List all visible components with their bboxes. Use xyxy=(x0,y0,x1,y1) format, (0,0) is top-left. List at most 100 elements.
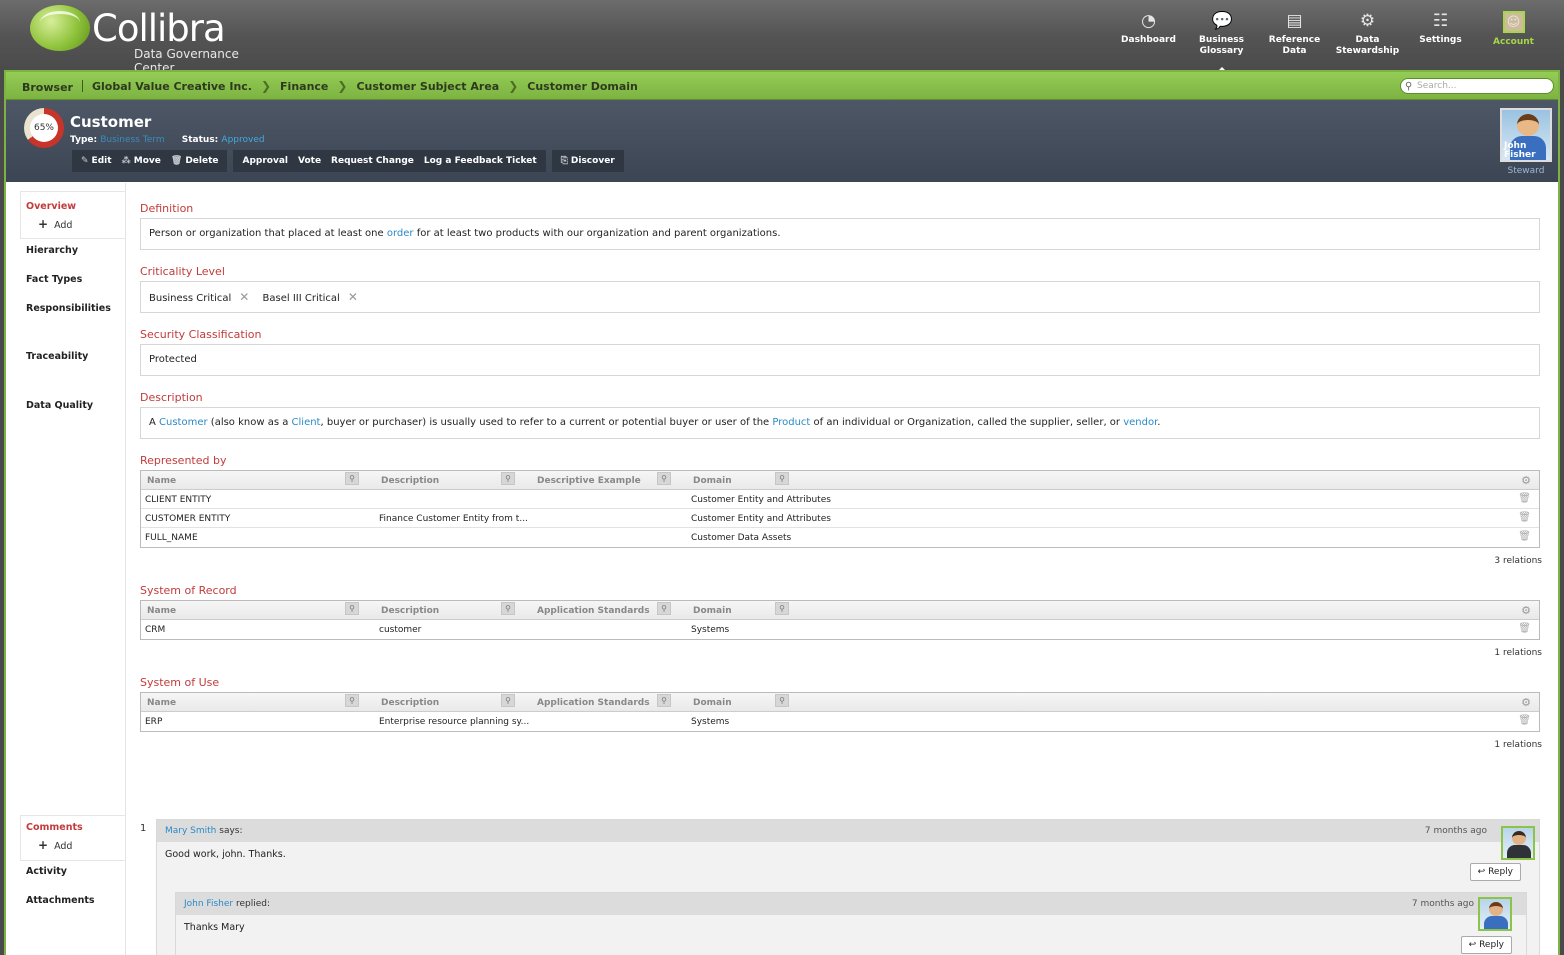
filter-icon[interactable]: ⚲ xyxy=(775,694,789,707)
trash-icon[interactable]: 🗑 xyxy=(1518,715,1531,726)
description-link-client[interactable]: Client xyxy=(292,417,321,428)
cell-domain[interactable]: Systems xyxy=(691,625,729,635)
filter-icon[interactable]: ⚲ xyxy=(657,602,671,615)
remove-tag-icon[interactable]: ✕ xyxy=(348,290,358,304)
cell-name[interactable]: CRM xyxy=(145,625,165,635)
column-header-name[interactable]: Name xyxy=(147,606,176,616)
column-header-description[interactable]: Description xyxy=(381,698,439,708)
reply-verb: replied: xyxy=(233,899,270,909)
trash-icon[interactable]: 🗑 xyxy=(1518,512,1531,523)
cell-name[interactable]: CLIENT ENTITY xyxy=(145,495,211,505)
nav-reference-data[interactable]: ▤ Reference Data xyxy=(1258,8,1331,64)
filter-icon[interactable]: ⚲ xyxy=(501,602,515,615)
filter-icon[interactable]: ⚲ xyxy=(657,472,671,485)
criticality-field[interactable]: Business Critical ✕ Basel III Critical ✕ xyxy=(140,281,1540,313)
comment-header xyxy=(157,820,1539,842)
discover-button[interactable]: ⎘ Discover xyxy=(556,150,620,172)
description-field[interactable]: A Customer (also know as a Client, buyer… xyxy=(140,407,1540,439)
definition-field[interactable]: Person or organization that placed at le… xyxy=(140,218,1540,250)
table-row[interactable]: ERP Enterprise resource planning sy... S… xyxy=(141,712,1539,731)
description-link-product[interactable]: Product xyxy=(772,417,810,428)
edit-button[interactable]: ✎ Edit xyxy=(76,150,117,172)
breadcrumb-item-domain[interactable]: Customer Domain xyxy=(527,80,638,93)
request-change-button[interactable]: Request Change xyxy=(326,150,419,172)
definition-link-order[interactable]: order xyxy=(387,228,414,239)
gear-icon[interactable]: ⚙ xyxy=(1521,604,1531,617)
table-row[interactable]: CLIENT ENTITY Customer Entity and Attrib… xyxy=(141,490,1539,509)
nav-settings[interactable]: ☷ Settings xyxy=(1404,8,1477,64)
sidebar-item-overview[interactable]: Overview xyxy=(26,201,76,212)
column-header-application-standards[interactable]: Application Standards xyxy=(537,698,650,708)
filter-icon[interactable]: ⚲ xyxy=(501,472,515,485)
filter-icon[interactable]: ⚲ xyxy=(345,472,359,485)
reply-button[interactable]: ↩ Reply xyxy=(1460,936,1512,954)
sidebar-comments-add[interactable]: + Add xyxy=(38,838,72,852)
description-link-vendor[interactable]: vendor xyxy=(1123,417,1157,428)
trash-icon[interactable]: 🗑 xyxy=(1518,623,1531,634)
nav-data-stewardship[interactable]: ⚙ Data Stewardship xyxy=(1331,8,1404,64)
sidebar-item-responsibilities[interactable]: Responsibilities xyxy=(26,303,111,314)
breadcrumb-item-community[interactable]: Global Value Creative Inc. xyxy=(92,80,252,93)
cell-name[interactable]: ERP xyxy=(145,717,162,727)
gear-icon[interactable]: ⚙ xyxy=(1521,696,1531,709)
type-value[interactable]: Business Term xyxy=(100,135,164,145)
sidebar-overview-add[interactable]: + Add xyxy=(38,217,72,231)
comment-author[interactable]: Mary Smith xyxy=(165,826,216,836)
gear-icon[interactable]: ⚙ xyxy=(1521,474,1531,487)
remove-tag-icon[interactable]: ✕ xyxy=(239,290,249,304)
sidebar-item-activity[interactable]: Activity xyxy=(26,866,67,877)
filter-icon[interactable]: ⚲ xyxy=(775,472,789,485)
search-input[interactable]: ⚲ Search... xyxy=(1400,78,1554,94)
filter-icon[interactable]: ⚲ xyxy=(775,602,789,615)
cell-domain[interactable]: Customer Data Assets xyxy=(691,533,791,543)
feedback-ticket-button[interactable]: Log a Feedback Ticket xyxy=(419,150,542,172)
filter-icon[interactable]: ⚲ xyxy=(657,694,671,707)
delete-button[interactable]: 🗑 Delete xyxy=(166,150,224,172)
breadcrumb-item-finance[interactable]: Finance xyxy=(280,80,328,93)
sidebar-item-traceability[interactable]: Traceability xyxy=(26,351,88,362)
cell-domain[interactable]: Customer Entity and Attributes xyxy=(691,495,831,505)
cell-domain[interactable]: Systems xyxy=(691,717,729,727)
nav-business-glossary[interactable]: 💬 Business Glossary xyxy=(1185,8,1258,74)
column-header-name[interactable]: Name xyxy=(147,476,176,486)
column-header-application-standards[interactable]: Application Standards xyxy=(537,606,650,616)
filter-icon[interactable]: ⚲ xyxy=(345,694,359,707)
reply-button[interactable]: ↩ Reply xyxy=(1469,863,1521,881)
vote-button[interactable]: Vote xyxy=(293,150,326,172)
security-field[interactable]: Protected xyxy=(140,344,1540,376)
table-row[interactable]: FULL_NAME Customer Data Assets 🗑 xyxy=(141,528,1539,547)
column-header-description[interactable]: Description xyxy=(381,476,439,486)
column-header-name[interactable]: Name xyxy=(147,698,176,708)
column-header-domain[interactable]: Domain xyxy=(693,476,732,486)
collibra-logo[interactable]: Collibra Data Governance Center xyxy=(30,4,290,75)
sidebar-item-data-quality[interactable]: Data Quality xyxy=(26,400,93,411)
column-header-domain[interactable]: Domain xyxy=(693,698,732,708)
sidebar-item-attachments[interactable]: Attachments xyxy=(26,895,95,906)
steward-card[interactable]: John Fisher Steward xyxy=(1500,108,1552,176)
move-button[interactable]: ⁂ Move xyxy=(117,150,166,172)
table-row[interactable]: CRM customer Systems 🗑 xyxy=(141,620,1539,639)
description-link-customer[interactable]: Customer xyxy=(159,417,208,428)
breadcrumb-item-subject-area[interactable]: Customer Subject Area xyxy=(356,80,499,93)
cell-domain[interactable]: Customer Entity and Attributes xyxy=(691,514,831,524)
breadcrumb-browser[interactable]: Browser xyxy=(22,81,73,94)
cell-name[interactable]: FULL_NAME xyxy=(145,533,198,543)
sidebar-item-fact-types[interactable]: Fact Types xyxy=(26,274,82,285)
reply-author[interactable]: John Fisher xyxy=(184,899,233,909)
nav-account[interactable]: ☺ Account xyxy=(1477,8,1550,64)
approval-button[interactable]: Approval xyxy=(237,150,293,172)
sidebar-item-comments[interactable]: Comments xyxy=(26,822,83,833)
column-header-descriptive-example[interactable]: Descriptive Example xyxy=(537,476,641,486)
trash-icon[interactable]: 🗑 xyxy=(1518,531,1531,542)
column-header-domain[interactable]: Domain xyxy=(693,606,732,616)
filter-icon[interactable]: ⚲ xyxy=(501,694,515,707)
table-row[interactable]: CUSTOMER ENTITY Finance Customer Entity … xyxy=(141,509,1539,528)
filter-icon[interactable]: ⚲ xyxy=(345,602,359,615)
nav-dashboard[interactable]: ◔ Dashboard xyxy=(1112,8,1185,64)
status-value[interactable]: Approved xyxy=(221,135,264,145)
column-header-description[interactable]: Description xyxy=(381,606,439,616)
sidebar: Overview + Add Hierarchy Fact Types Respo… xyxy=(6,183,126,955)
sidebar-item-hierarchy[interactable]: Hierarchy xyxy=(26,245,78,256)
cell-name[interactable]: CUSTOMER ENTITY xyxy=(145,514,230,524)
trash-icon[interactable]: 🗑 xyxy=(1518,493,1531,504)
